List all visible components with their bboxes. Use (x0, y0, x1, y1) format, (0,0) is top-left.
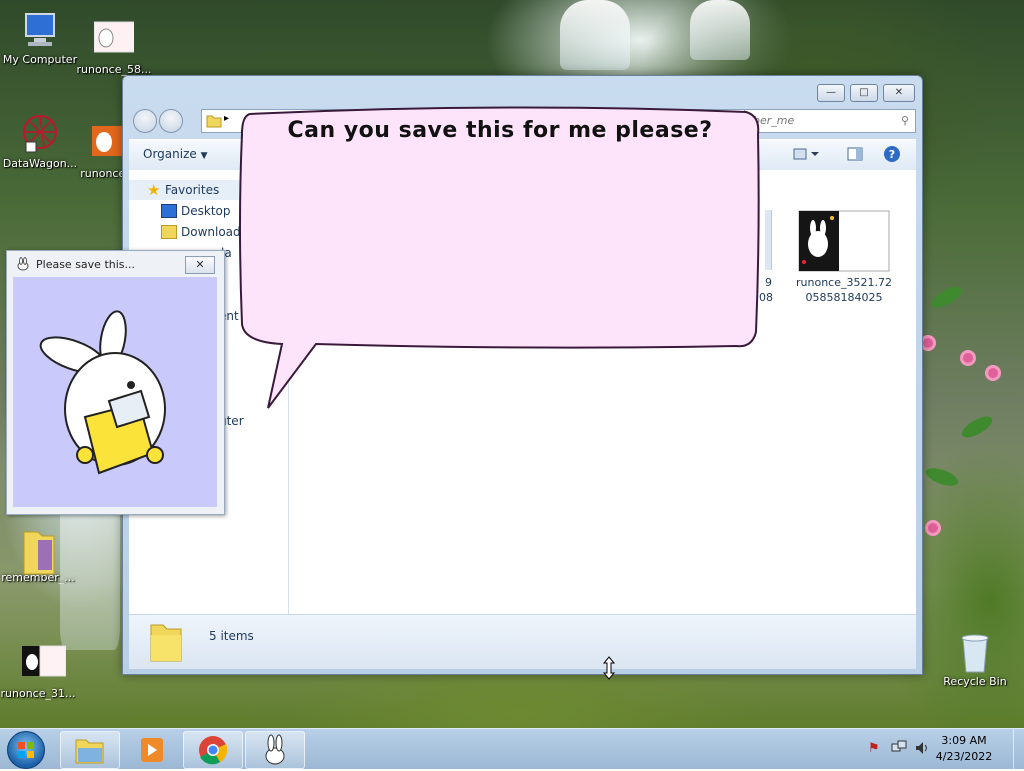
bunny-holding-folder-image (39, 310, 166, 475)
preview-pane-button[interactable] (847, 147, 863, 164)
start-button[interactable] (7, 731, 45, 769)
bunny-app-icon (265, 734, 285, 765)
file-item-runonce-3521[interactable]: runonce_3521.72 05858184025 (793, 210, 895, 305)
datawagon-icon (20, 114, 60, 154)
computer-icon (20, 10, 60, 50)
address-chevron-icon: ▸ (224, 113, 230, 124)
file-item[interactable]: 9 08 (759, 210, 781, 310)
bunny-image-icon (93, 20, 139, 60)
views-button[interactable] (793, 147, 819, 164)
desktop-icon-runonce-31[interactable]: runonce_31... (0, 644, 76, 700)
item-count: 5 items (209, 629, 254, 643)
back-button[interactable] (133, 109, 157, 133)
help-button[interactable]: ? (883, 145, 901, 166)
desktop-icon-remember[interactable]: remember_... (0, 528, 76, 584)
search-icon: ⚲ (900, 114, 909, 127)
star-icon: ★ (147, 181, 161, 199)
help-icon: ? (884, 146, 900, 162)
preview-pane-icon (847, 147, 863, 161)
bunny-image-icon (18, 644, 67, 684)
desktop-icon-recycle-bin[interactable]: Recycle Bin (937, 632, 1013, 688)
taskbar: ⚑ 3:09 AM 4/23/2022 (0, 728, 1024, 769)
bunny-image-thumbnail (798, 210, 890, 272)
chevron-down-icon: ▼ (200, 151, 208, 161)
show-desktop-button[interactable] (1013, 729, 1024, 769)
speech-bubble-text: Can you save this for me please? (287, 118, 713, 143)
desktop-icon (161, 204, 177, 218)
popup-content (13, 277, 217, 507)
svg-text:?: ? (889, 148, 895, 161)
desktop-icon-my-computer[interactable]: My Computer (2, 10, 78, 66)
organize-button[interactable]: Organize ▼ (143, 147, 208, 161)
clock-date: 4/23/2022 (935, 750, 993, 763)
taskbar-explorer-button[interactable] (60, 731, 120, 769)
minimize-button[interactable]: — (817, 84, 845, 102)
popup-close-button[interactable]: ✕ (185, 256, 215, 274)
speech-bubble (239, 106, 760, 409)
views-icon (793, 148, 819, 160)
taskbar-bunny-app-button[interactable] (245, 731, 305, 769)
chrome-icon (199, 736, 228, 765)
popup-title: Please save this... (36, 258, 135, 271)
bunny-app-icon (17, 257, 29, 271)
desktop-icon-runonce-58[interactable]: runonce_58... (76, 20, 152, 76)
popup-window[interactable]: Please save this... ✕ (6, 250, 225, 515)
folder-icon (206, 115, 222, 128)
maximize-button[interactable]: □ (850, 84, 878, 102)
media-player-icon (141, 738, 163, 762)
folder-icon (150, 624, 182, 662)
search-input[interactable]: ber_me ⚲ (744, 109, 916, 133)
tray-network-icon[interactable] (891, 740, 907, 759)
taskbar-chrome-button[interactable] (183, 731, 243, 769)
details-pane: 5 items (129, 614, 916, 669)
downloads-folder-icon (161, 225, 177, 239)
explorer-folder-icon (75, 739, 104, 764)
forward-button[interactable] (159, 109, 183, 133)
tray-flag-icon[interactable]: ⚑ (868, 741, 880, 756)
folder-icon (18, 528, 58, 575)
recycle-bin-icon (955, 632, 995, 673)
resize-cursor-icon (602, 656, 616, 680)
close-button[interactable]: ✕ (883, 84, 915, 102)
desktop-icon-datawagon[interactable]: DataWagon... (2, 114, 78, 170)
clock-time: 3:09 AM (941, 734, 987, 747)
windows-logo-icon (18, 742, 34, 758)
system-clock[interactable]: 3:09 AM 4/23/2022 (924, 733, 1004, 765)
taskbar-media-player-button[interactable] (122, 731, 182, 769)
